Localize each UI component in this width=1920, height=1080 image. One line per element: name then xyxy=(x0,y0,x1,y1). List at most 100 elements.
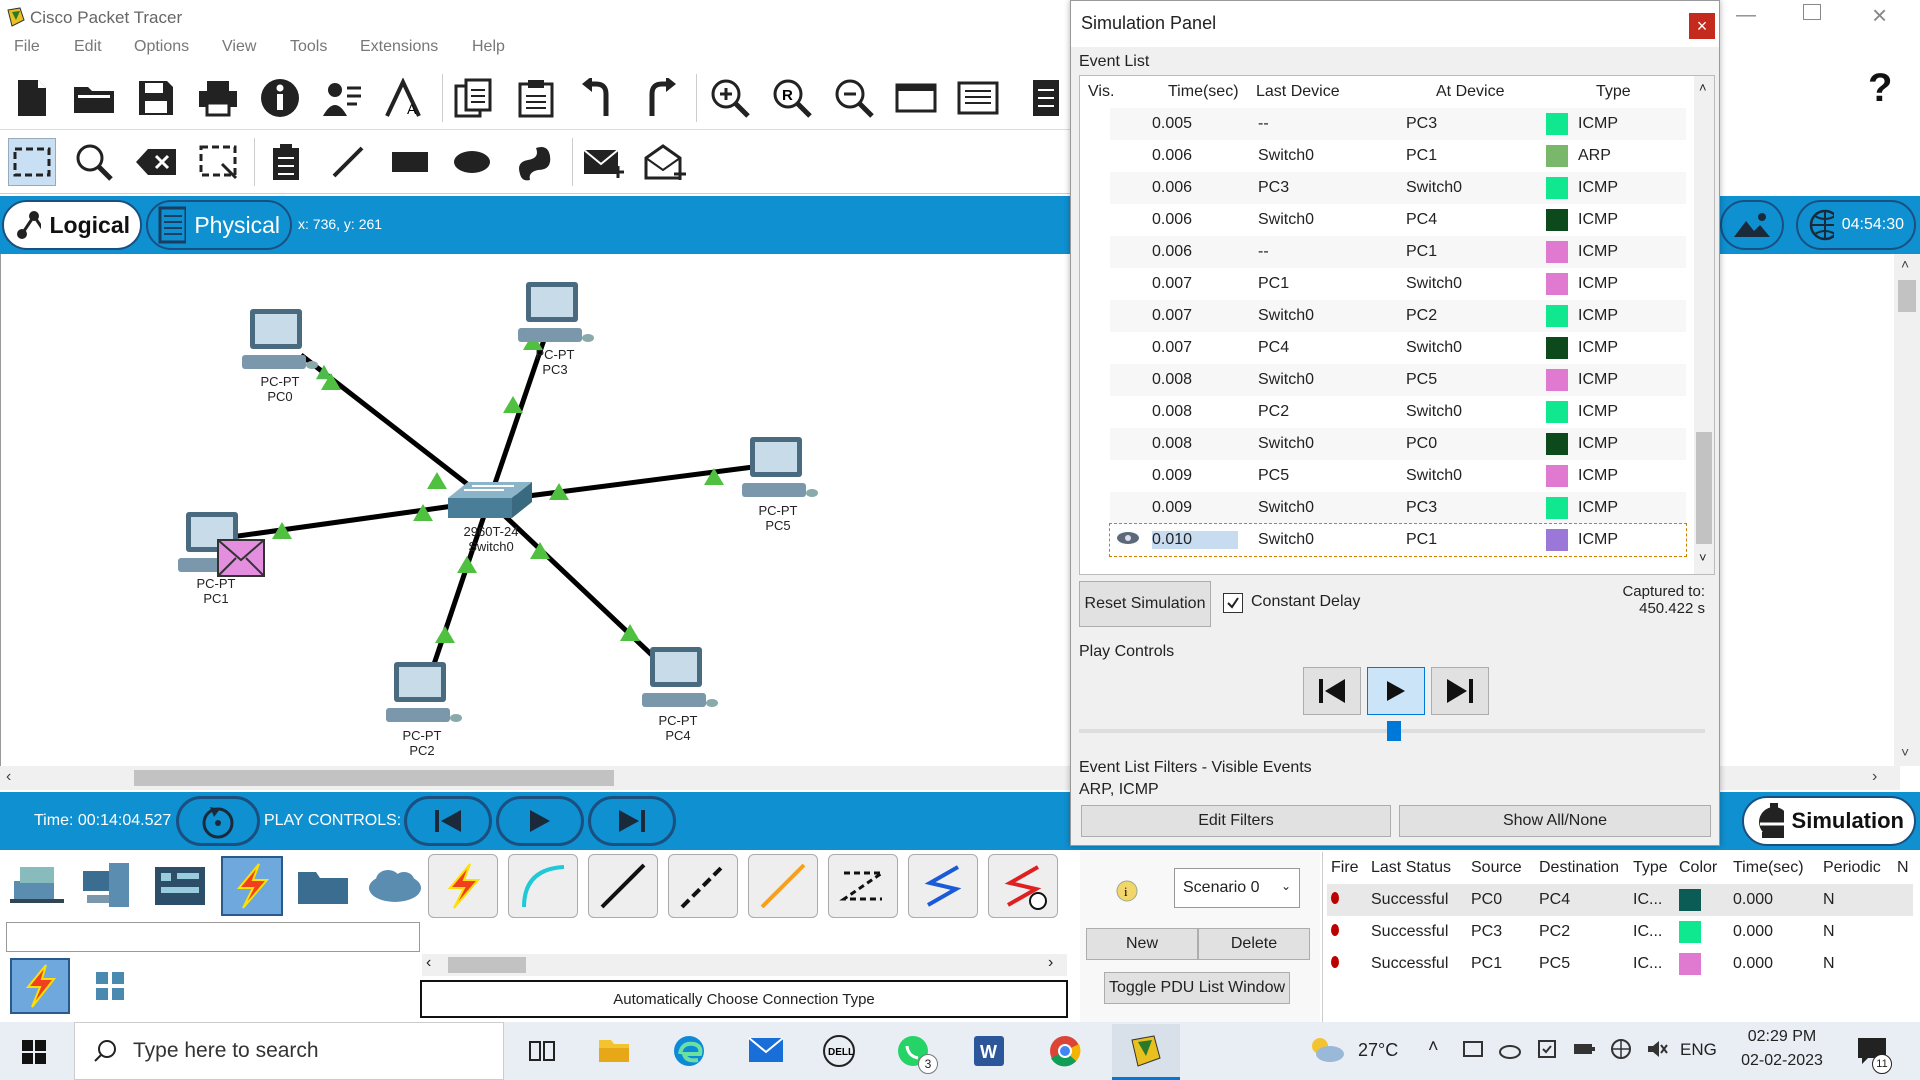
event-row[interactable]: 0.007 Switch0 PC2 ICMP xyxy=(1110,300,1686,332)
pc4-device[interactable] xyxy=(636,643,720,715)
zoom-in-icon[interactable] xyxy=(706,74,754,122)
draw-rectangle-icon[interactable] xyxy=(386,138,434,186)
select-icon[interactable] xyxy=(8,138,56,186)
miscellaneous-icon[interactable] xyxy=(293,856,355,916)
delete-scenario-button[interactable]: Delete xyxy=(1198,928,1310,960)
eye-icon[interactable] xyxy=(1110,531,1152,550)
menu-tools[interactable]: Tools xyxy=(290,38,327,56)
redo-icon[interactable] xyxy=(636,74,684,122)
info-icon[interactable] xyxy=(256,74,304,122)
crossover-cable-icon[interactable] xyxy=(668,854,738,918)
delete-icon[interactable] xyxy=(132,138,180,186)
draw-ellipse-icon[interactable] xyxy=(448,138,496,186)
auto-connection-icon[interactable] xyxy=(428,854,498,918)
menu-edit[interactable]: Edit xyxy=(74,38,102,56)
windows-start-icon[interactable] xyxy=(22,1040,46,1064)
edit-filters-button[interactable]: Edit Filters xyxy=(1081,805,1391,837)
step-forward-button[interactable] xyxy=(588,796,676,846)
pdu-row[interactable]: Successful PC1 PC5 IC... 0.000 N xyxy=(1327,948,1913,980)
event-row[interactable]: 0.010 Switch0 PC1 ICMP xyxy=(1109,523,1687,557)
fire-icon[interactable] xyxy=(1327,948,1367,980)
event-scroll-down-icon[interactable]: ˅ xyxy=(1699,550,1707,565)
close-icon[interactable]: × xyxy=(1689,13,1715,39)
toggle-pdu-list-button[interactable]: Toggle PDU List Window xyxy=(1104,972,1290,1004)
speed-slider-thumb[interactable] xyxy=(1387,721,1401,741)
event-row[interactable]: 0.006 PC3 Switch0 ICMP xyxy=(1110,172,1686,204)
pdu-envelope-icon[interactable] xyxy=(216,538,266,578)
info-bulb-icon[interactable]: i xyxy=(1116,880,1138,902)
play-button[interactable] xyxy=(496,796,584,846)
serial-dce-cable-icon[interactable] xyxy=(908,854,978,918)
event-row[interactable]: 0.008 Switch0 PC5 ICMP xyxy=(1110,364,1686,396)
event-scroll-up-icon[interactable]: ˄ xyxy=(1699,80,1707,95)
connections-subcategory-icon[interactable] xyxy=(10,958,70,1014)
security-icon[interactable] xyxy=(1536,1038,1558,1060)
cable-scroll-left-icon[interactable]: ‹ xyxy=(426,954,431,972)
event-row[interactable]: 0.006 Switch0 PC4 ICMP xyxy=(1110,204,1686,236)
activity-wizard-icon[interactable]: A xyxy=(380,74,428,122)
cable-scroll-right-icon[interactable]: › xyxy=(1048,954,1053,972)
network-info-icon[interactable] xyxy=(318,74,366,122)
menu-extensions[interactable]: Extensions xyxy=(360,38,438,56)
constant-delay-checkbox[interactable] xyxy=(1223,593,1243,613)
event-row[interactable]: 0.006 Switch0 PC1 ARP xyxy=(1110,140,1686,172)
add-complex-pdu-icon[interactable] xyxy=(642,138,690,186)
pdu-row[interactable]: Successful PC0 PC4 IC... 0.000 N xyxy=(1327,884,1913,916)
word-icon[interactable]: W xyxy=(972,1034,1006,1072)
sim-back-button[interactable] xyxy=(1303,667,1361,715)
file-explorer-icon[interactable] xyxy=(598,1036,630,1068)
menu-help[interactable]: Help xyxy=(472,38,505,56)
inspect-icon[interactable] xyxy=(70,138,118,186)
fiber-cable-icon[interactable] xyxy=(748,854,818,918)
cable-scroll-thumb[interactable] xyxy=(448,957,526,973)
menu-file[interactable]: File xyxy=(14,38,40,56)
open-folder-icon[interactable] xyxy=(70,74,118,122)
network-globe-icon[interactable] xyxy=(1610,1038,1632,1060)
sim-play-button[interactable] xyxy=(1367,667,1425,715)
scroll-down-arrow-icon[interactable]: ˅ xyxy=(1901,744,1909,760)
event-list-scrollbar[interactable]: ˄ ˅ xyxy=(1694,76,1714,574)
chrome-icon[interactable] xyxy=(1048,1034,1082,1072)
scroll-thumb-vertical[interactable] xyxy=(1898,280,1916,312)
step-back-button[interactable] xyxy=(404,796,492,846)
event-row[interactable]: 0.007 PC1 Switch0 ICMP xyxy=(1110,268,1686,300)
custom-devices-icon[interactable] xyxy=(954,74,1002,122)
vertical-scrollbar[interactable]: ˄ ˅ xyxy=(1894,254,1920,766)
zoom-out-icon[interactable] xyxy=(830,74,878,122)
event-row[interactable]: 0.009 Switch0 PC3 ICMP xyxy=(1110,492,1686,524)
dell-icon[interactable]: DELL xyxy=(822,1034,856,1072)
pc2-device[interactable] xyxy=(380,658,464,730)
logical-tab[interactable]: Logical xyxy=(2,200,142,250)
pc0-device[interactable] xyxy=(236,305,320,377)
phone-cable-icon[interactable] xyxy=(828,854,898,918)
scroll-thumb[interactable] xyxy=(134,770,614,786)
menu-options[interactable]: Options xyxy=(134,38,189,56)
volume-muted-icon[interactable] xyxy=(1646,1038,1668,1060)
event-scroll-thumb[interactable] xyxy=(1696,432,1712,544)
grid-icon[interactable] xyxy=(94,970,126,1002)
physical-tab[interactable]: Physical xyxy=(146,200,292,250)
fire-icon[interactable] xyxy=(1327,884,1367,916)
battery-icon[interactable] xyxy=(1572,1038,1596,1060)
draw-line-icon[interactable] xyxy=(324,138,372,186)
device-search-box[interactable] xyxy=(6,922,420,952)
show-all-none-button[interactable]: Show All/None xyxy=(1399,805,1711,837)
event-row[interactable]: 0.009 PC5 Switch0 ICMP xyxy=(1110,460,1686,492)
paste-icon[interactable] xyxy=(512,74,560,122)
meet-icon[interactable] xyxy=(1462,1038,1484,1060)
new-scenario-button[interactable]: New xyxy=(1086,928,1198,960)
tray-chevron-up-icon[interactable]: ˄ xyxy=(1428,1036,1439,1057)
network-devices-icon[interactable] xyxy=(6,856,68,916)
add-simple-pdu-icon[interactable] xyxy=(580,138,628,186)
task-view-icon[interactable] xyxy=(528,1038,556,1068)
reset-simulation-button[interactable]: Reset Simulation xyxy=(1079,581,1211,627)
edge-icon[interactable] xyxy=(672,1034,706,1072)
event-row[interactable]: 0.008 PC2 Switch0 ICMP xyxy=(1110,396,1686,428)
switch0-device[interactable] xyxy=(444,478,536,528)
pc3-device[interactable] xyxy=(512,278,596,350)
straight-through-cable-icon[interactable] xyxy=(588,854,658,918)
undo-icon[interactable] xyxy=(574,74,622,122)
onedrive-icon[interactable] xyxy=(1498,1038,1522,1060)
multiuser-cloud-icon[interactable] xyxy=(364,856,426,916)
input-language[interactable]: ENG xyxy=(1680,1040,1717,1060)
